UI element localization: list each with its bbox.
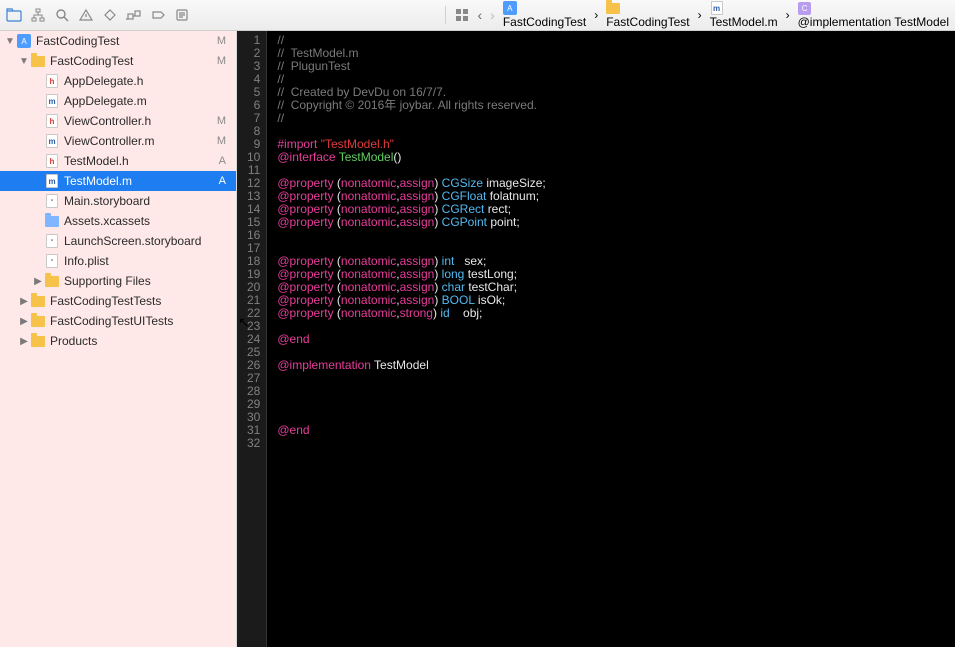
file-icon: • <box>44 193 60 209</box>
file-icon: • <box>44 253 60 269</box>
file-icon: m <box>44 93 60 109</box>
class-icon: C <box>798 1 812 15</box>
code-editor[interactable]: 1234567891011121314151617181920212223242… <box>237 31 955 647</box>
file-tree-row[interactable]: h ViewController.hM <box>0 111 236 131</box>
file-icon <box>30 333 46 349</box>
scm-status: M <box>213 135 226 147</box>
disclosure-triangle-icon[interactable]: ▼ <box>4 36 16 47</box>
file-label: TestModel.m <box>64 174 215 188</box>
file-label: FastCodingTestUITests <box>50 314 222 328</box>
file-tree-row[interactable]: m ViewController.mM <box>0 131 236 151</box>
file-label: ViewController.h <box>64 114 213 128</box>
log-icon[interactable] <box>174 7 190 23</box>
file-icon: • <box>44 233 60 249</box>
chevron-right-icon: › <box>594 8 598 22</box>
file-label: FastCodingTest <box>36 34 213 48</box>
file-icon <box>30 313 46 329</box>
file-label: LaunchScreen.storyboard <box>64 234 222 248</box>
toolbar-separator <box>445 6 446 24</box>
breadcrumb-label: FastCodingTest <box>503 15 586 29</box>
disclosure-triangle-icon[interactable]: ▼ <box>18 56 30 67</box>
file-icon <box>30 53 46 69</box>
disclosure-triangle-icon[interactable]: ▶ <box>18 296 30 307</box>
disclosure-triangle-icon[interactable]: ▶ <box>32 276 44 287</box>
editor-area: 1234567891011121314151617181920212223242… <box>237 31 955 647</box>
file-label: TestModel.h <box>64 154 215 168</box>
file-label: ViewController.m <box>64 134 213 148</box>
file-tree-row[interactable]: m AppDelegate.m <box>0 91 236 111</box>
file-tree-row[interactable]: • Main.storyboard <box>0 191 236 211</box>
warning-icon[interactable] <box>78 7 94 23</box>
file-tree-row[interactable]: ▶ Supporting Files <box>0 271 236 291</box>
file-label: AppDelegate.h <box>64 74 222 88</box>
file-tree-row[interactable]: h TestModel.hA <box>0 151 236 171</box>
breakpoint-icon[interactable] <box>150 7 166 23</box>
file-icon: h <box>44 73 60 89</box>
line-gutter: 1234567891011121314151617181920212223242… <box>237 31 267 647</box>
file-icon: h <box>44 153 60 169</box>
breadcrumb-item[interactable]: A FastCodingTest <box>503 1 586 29</box>
disclosure-triangle-icon[interactable]: ▶ <box>18 316 30 327</box>
file-tree-row[interactable]: h AppDelegate.h <box>0 71 236 91</box>
file-tree-row[interactable]: ▶ FastCodingTestUITests <box>0 311 236 331</box>
hierarchy-icon[interactable] <box>30 7 46 23</box>
debug-icon[interactable] <box>126 7 142 23</box>
scm-status: M <box>213 55 226 67</box>
file-label: FastCodingTestTests <box>50 294 222 308</box>
scm-status: M <box>213 115 226 127</box>
file-icon: m <box>44 173 60 189</box>
file-tree-row[interactable]: • LaunchScreen.storyboard <box>0 231 236 251</box>
file-label: FastCodingTest <box>50 54 213 68</box>
file-tree-row[interactable]: ▶ FastCodingTestTests <box>0 291 236 311</box>
project-navigator[interactable]: ▼AFastCodingTestM▼FastCodingTestMhAppDel… <box>0 31 237 647</box>
file-tree-row[interactable]: ▼ FastCodingTestM <box>0 51 236 71</box>
breadcrumb-label: TestModel.m <box>710 15 778 29</box>
breadcrumb-label: @implementation TestModel <box>798 15 949 29</box>
file-label: Supporting Files <box>64 274 222 288</box>
disclosure-triangle-icon[interactable]: ▶ <box>18 336 30 347</box>
folder-icon <box>606 1 620 15</box>
scm-status: M <box>213 35 226 47</box>
breadcrumb-item[interactable]: m TestModel.m <box>710 1 778 29</box>
file-icon <box>30 293 46 309</box>
file-tree-row[interactable]: Assets.xcassets <box>0 211 236 231</box>
code-body[interactable]: //// TestModel.m// PlugunTest//// Create… <box>267 31 555 647</box>
chevron-right-icon: › <box>786 8 790 22</box>
file-label: AppDelegate.m <box>64 94 222 108</box>
file-icon: h <box>44 113 60 129</box>
nav-back-button[interactable]: ‹ <box>478 7 483 23</box>
diamond-icon[interactable] <box>102 7 118 23</box>
file-tree-row[interactable]: • Info.plist <box>0 251 236 271</box>
folder-nav-icon[interactable] <box>6 7 22 23</box>
file-tree-row[interactable]: ▼A FastCodingTestM <box>0 31 236 51</box>
file-icon: A <box>16 33 32 49</box>
file-icon <box>44 273 60 289</box>
file-tree-row[interactable]: m TestModel.mA <box>0 171 236 191</box>
file-label: Products <box>50 334 222 348</box>
breadcrumb-item[interactable]: FastCodingTest <box>606 1 689 29</box>
related-items-icon[interactable] <box>454 7 470 23</box>
project-icon: A <box>503 1 517 15</box>
nav-forward-button[interactable]: › <box>490 7 495 23</box>
scm-status: A <box>215 175 226 187</box>
breadcrumb-item[interactable]: C @implementation TestModel <box>798 1 949 29</box>
breadcrumb-label: FastCodingTest <box>606 15 689 29</box>
file-label: Main.storyboard <box>64 194 222 208</box>
chevron-right-icon: › <box>698 8 702 22</box>
search-icon[interactable] <box>54 7 70 23</box>
file-tree-row[interactable]: ▶ Products <box>0 331 236 351</box>
file-icon <box>44 213 60 229</box>
m-file-icon: m <box>710 1 724 15</box>
file-icon: m <box>44 133 60 149</box>
navigator-toolbar: ‹ › A FastCodingTest › FastCodingTest › … <box>0 0 955 31</box>
scm-status: A <box>215 155 226 167</box>
file-label: Info.plist <box>64 254 222 268</box>
file-label: Assets.xcassets <box>64 214 222 228</box>
